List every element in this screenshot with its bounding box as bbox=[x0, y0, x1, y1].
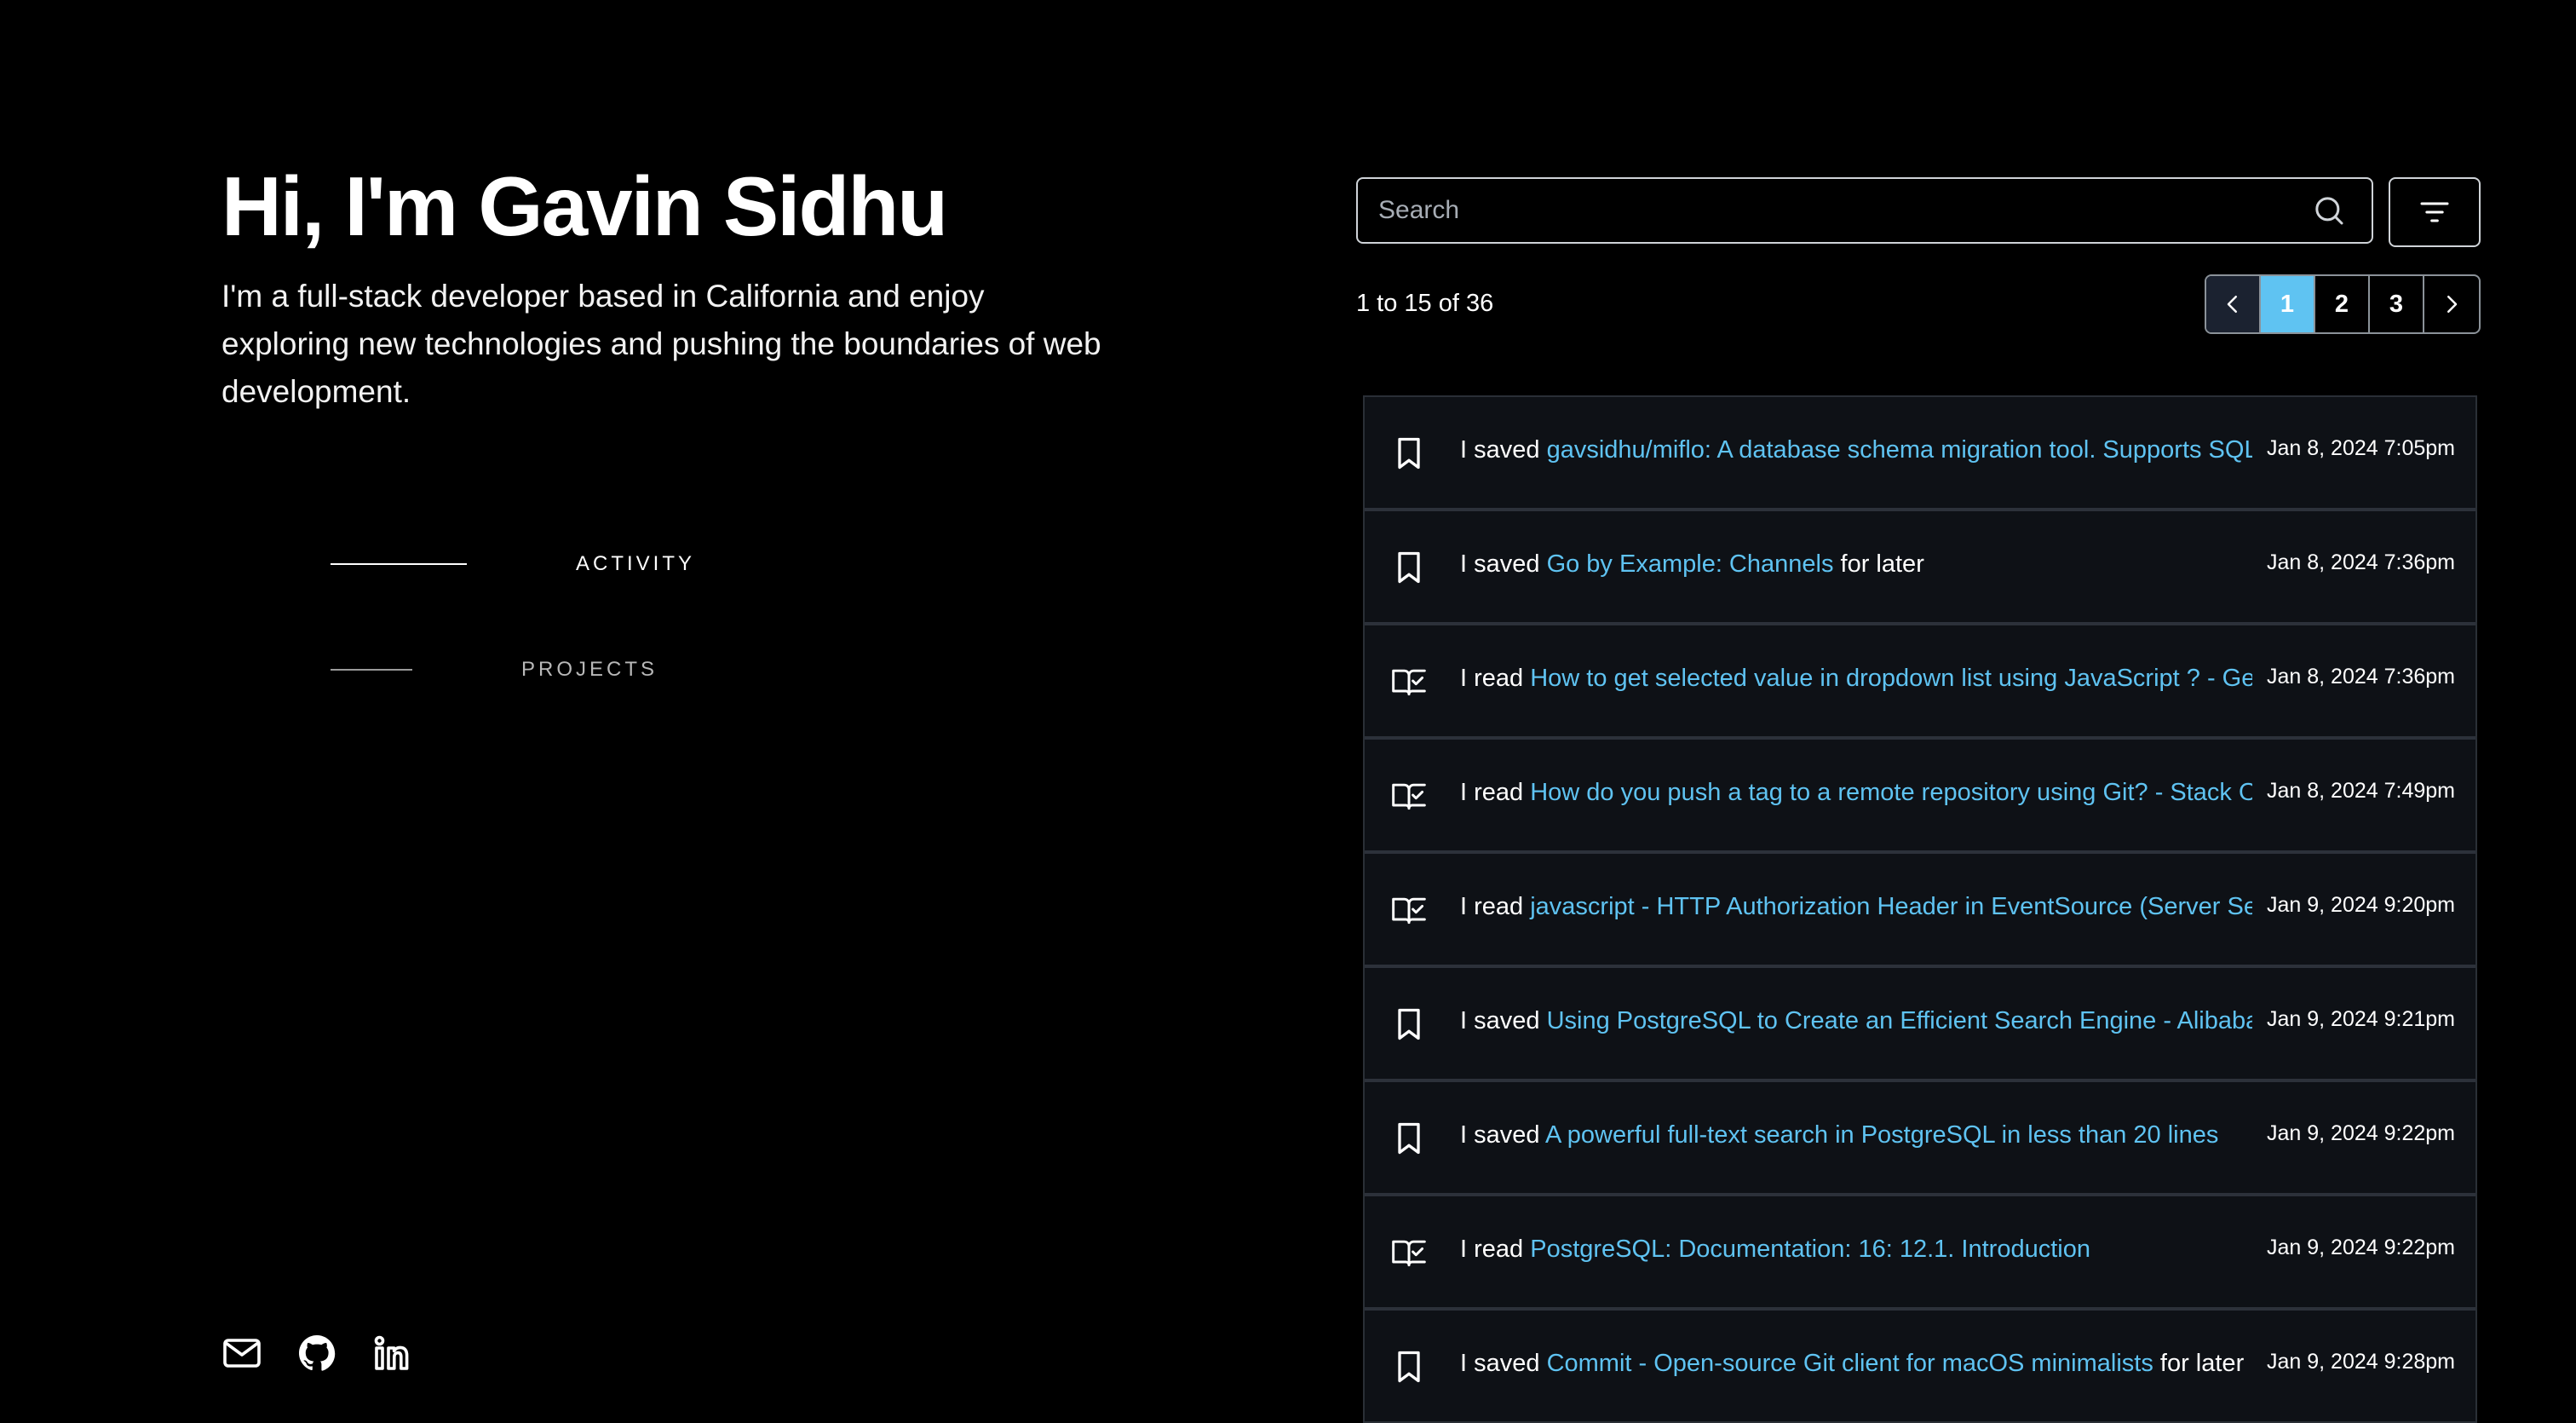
activity-link[interactable]: Using PostgreSQL to Create an Efficient … bbox=[1547, 1007, 2252, 1034]
activity-link[interactable]: gavsidhu/miflo: A database schema migrat… bbox=[1547, 436, 2252, 464]
list-item: I saved gavsidhu/miflo: A database schem… bbox=[1365, 397, 2475, 511]
pagination-row: 1 to 15 of 36 1 2 3 bbox=[1356, 274, 2481, 334]
linkedin-icon[interactable] bbox=[371, 1333, 412, 1374]
list-item: I read javascript - HTTP Authorization H… bbox=[1365, 854, 2475, 968]
activity-verb: I saved bbox=[1460, 550, 1540, 578]
profile-panel: Hi, I'm Gavin Sidhu I'm a full-stack dev… bbox=[221, 0, 1124, 1404]
activity-feed: I saved gavsidhu/miflo: A database schem… bbox=[1363, 395, 2477, 1423]
activity-text: I saved gavsidhu/miflo: A database schem… bbox=[1460, 436, 2252, 464]
list-item: I saved Using PostgreSQL to Create an Ef… bbox=[1365, 968, 2475, 1082]
pagination: 1 2 3 bbox=[2205, 274, 2481, 334]
filter-icon bbox=[2420, 202, 2449, 222]
next-page-button[interactable] bbox=[2424, 276, 2479, 332]
github-icon[interactable] bbox=[296, 1333, 337, 1374]
nav-indicator-line bbox=[331, 669, 412, 671]
search-bar bbox=[1356, 177, 2481, 247]
chevron-right-icon bbox=[2447, 296, 2458, 313]
list-item: I read How to get selected value in drop… bbox=[1365, 625, 2475, 740]
list-item: I saved Go by Example: Channels for late… bbox=[1365, 511, 2475, 625]
activity-text: I saved A powerful full-text search in P… bbox=[1460, 1121, 2252, 1149]
nav-item-projects[interactable]: PROJECTS bbox=[331, 617, 695, 723]
activity-verb: I saved bbox=[1460, 1007, 1540, 1034]
activity-date: Jan 8, 2024 7:36pm bbox=[2267, 550, 2455, 574]
list-item: I read PostgreSQL: Documentation: 16: 12… bbox=[1365, 1196, 2475, 1311]
activity-verb: I read bbox=[1460, 1236, 1524, 1263]
bookmark-icon bbox=[1390, 1120, 1428, 1157]
activity-date: Jan 9, 2024 9:20pm bbox=[2267, 893, 2455, 917]
activity-date: Jan 9, 2024 9:21pm bbox=[2267, 1007, 2455, 1031]
activity-text: I saved Commit - Open-source Git client … bbox=[1460, 1350, 2252, 1378]
book-check-icon bbox=[1390, 891, 1428, 929]
search-icon[interactable] bbox=[2312, 193, 2346, 228]
activity-date: Jan 9, 2024 9:28pm bbox=[2267, 1350, 2455, 1374]
nav-item-activity[interactable]: ACTIVITY bbox=[331, 511, 695, 617]
activity-link[interactable]: PostgreSQL: Documentation: 16: 12.1. Int… bbox=[1530, 1236, 2090, 1263]
bookmark-icon bbox=[1390, 1348, 1428, 1386]
activity-link[interactable]: A powerful full-text search in PostgreSQ… bbox=[1545, 1121, 2218, 1149]
activity-date: Jan 8, 2024 7:36pm bbox=[2267, 665, 2455, 688]
activity-text: I saved Using PostgreSQL to Create an Ef… bbox=[1460, 1007, 2252, 1035]
activity-link[interactable]: How do you push a tag to a remote reposi… bbox=[1530, 779, 2252, 806]
prev-page-button[interactable] bbox=[2206, 276, 2261, 332]
page-button-3[interactable]: 3 bbox=[2370, 276, 2424, 332]
list-item: I saved Commit - Open-source Git client … bbox=[1365, 1311, 2475, 1421]
nav-indicator-line bbox=[331, 563, 467, 565]
bookmark-icon bbox=[1390, 549, 1428, 586]
activity-text: I read How do you push a tag to a remote… bbox=[1460, 779, 2252, 807]
list-item: I read How do you push a tag to a remote… bbox=[1365, 740, 2475, 854]
activity-verb: I read bbox=[1460, 665, 1524, 692]
activity-text: I saved Go by Example: Channels for late… bbox=[1460, 550, 2252, 579]
result-count: 1 to 15 of 36 bbox=[1356, 290, 1494, 317]
bio-text: I'm a full-stack developer based in Cali… bbox=[221, 279, 1101, 409]
activity-link[interactable]: How to get selected value in dropdown li… bbox=[1530, 665, 2252, 692]
book-check-icon bbox=[1390, 663, 1428, 700]
section-nav: ACTIVITY PROJECTS bbox=[331, 511, 695, 723]
book-check-icon bbox=[1390, 777, 1428, 815]
search-input[interactable] bbox=[1358, 179, 2312, 242]
social-links bbox=[221, 1333, 412, 1374]
activity-verb: I read bbox=[1460, 893, 1524, 920]
activity-verb: I read bbox=[1460, 779, 1524, 806]
activity-panel: 1 to 15 of 36 1 2 3 I saved gavsidhu/mif… bbox=[1356, 0, 2481, 1423]
list-item: I saved A powerful full-text search in P… bbox=[1365, 1082, 2475, 1196]
book-check-icon bbox=[1390, 1234, 1428, 1271]
activity-suffix: for later bbox=[2159, 1350, 2245, 1377]
search-box bbox=[1356, 177, 2373, 244]
page-title: Hi, I'm Gavin Sidhu bbox=[221, 159, 948, 253]
activity-verb: I saved bbox=[1460, 1121, 1540, 1149]
bookmark-icon bbox=[1390, 435, 1428, 472]
nav-item-label: ACTIVITY bbox=[576, 552, 696, 575]
activity-link[interactable]: Go by Example: Channels bbox=[1547, 550, 1834, 578]
activity-date: Jan 9, 2024 9:22pm bbox=[2267, 1121, 2455, 1145]
page-button-1[interactable]: 1 bbox=[2261, 276, 2315, 332]
bookmark-icon bbox=[1390, 1005, 1428, 1043]
activity-text: I read PostgreSQL: Documentation: 16: 12… bbox=[1460, 1236, 2252, 1264]
activity-verb: I saved bbox=[1460, 436, 1540, 464]
nav-item-label: PROJECTS bbox=[521, 658, 658, 681]
activity-text: I read How to get selected value in drop… bbox=[1460, 665, 2252, 693]
activity-text: I read javascript - HTTP Authorization H… bbox=[1460, 893, 2252, 921]
activity-suffix: for later bbox=[1840, 550, 1924, 578]
activity-date: Jan 9, 2024 9:22pm bbox=[2267, 1236, 2455, 1259]
activity-link[interactable]: Commit - Open-source Git client for macO… bbox=[1547, 1350, 2153, 1377]
filter-button[interactable] bbox=[2389, 177, 2481, 247]
mail-icon[interactable] bbox=[221, 1333, 262, 1374]
activity-link[interactable]: javascript - HTTP Authorization Header i… bbox=[1530, 893, 2252, 920]
chevron-left-icon bbox=[2227, 296, 2237, 313]
activity-date: Jan 8, 2024 7:05pm bbox=[2267, 436, 2455, 460]
activity-date: Jan 8, 2024 7:49pm bbox=[2267, 779, 2455, 803]
activity-verb: I saved bbox=[1460, 1350, 1540, 1377]
page-button-2[interactable]: 2 bbox=[2315, 276, 2370, 332]
